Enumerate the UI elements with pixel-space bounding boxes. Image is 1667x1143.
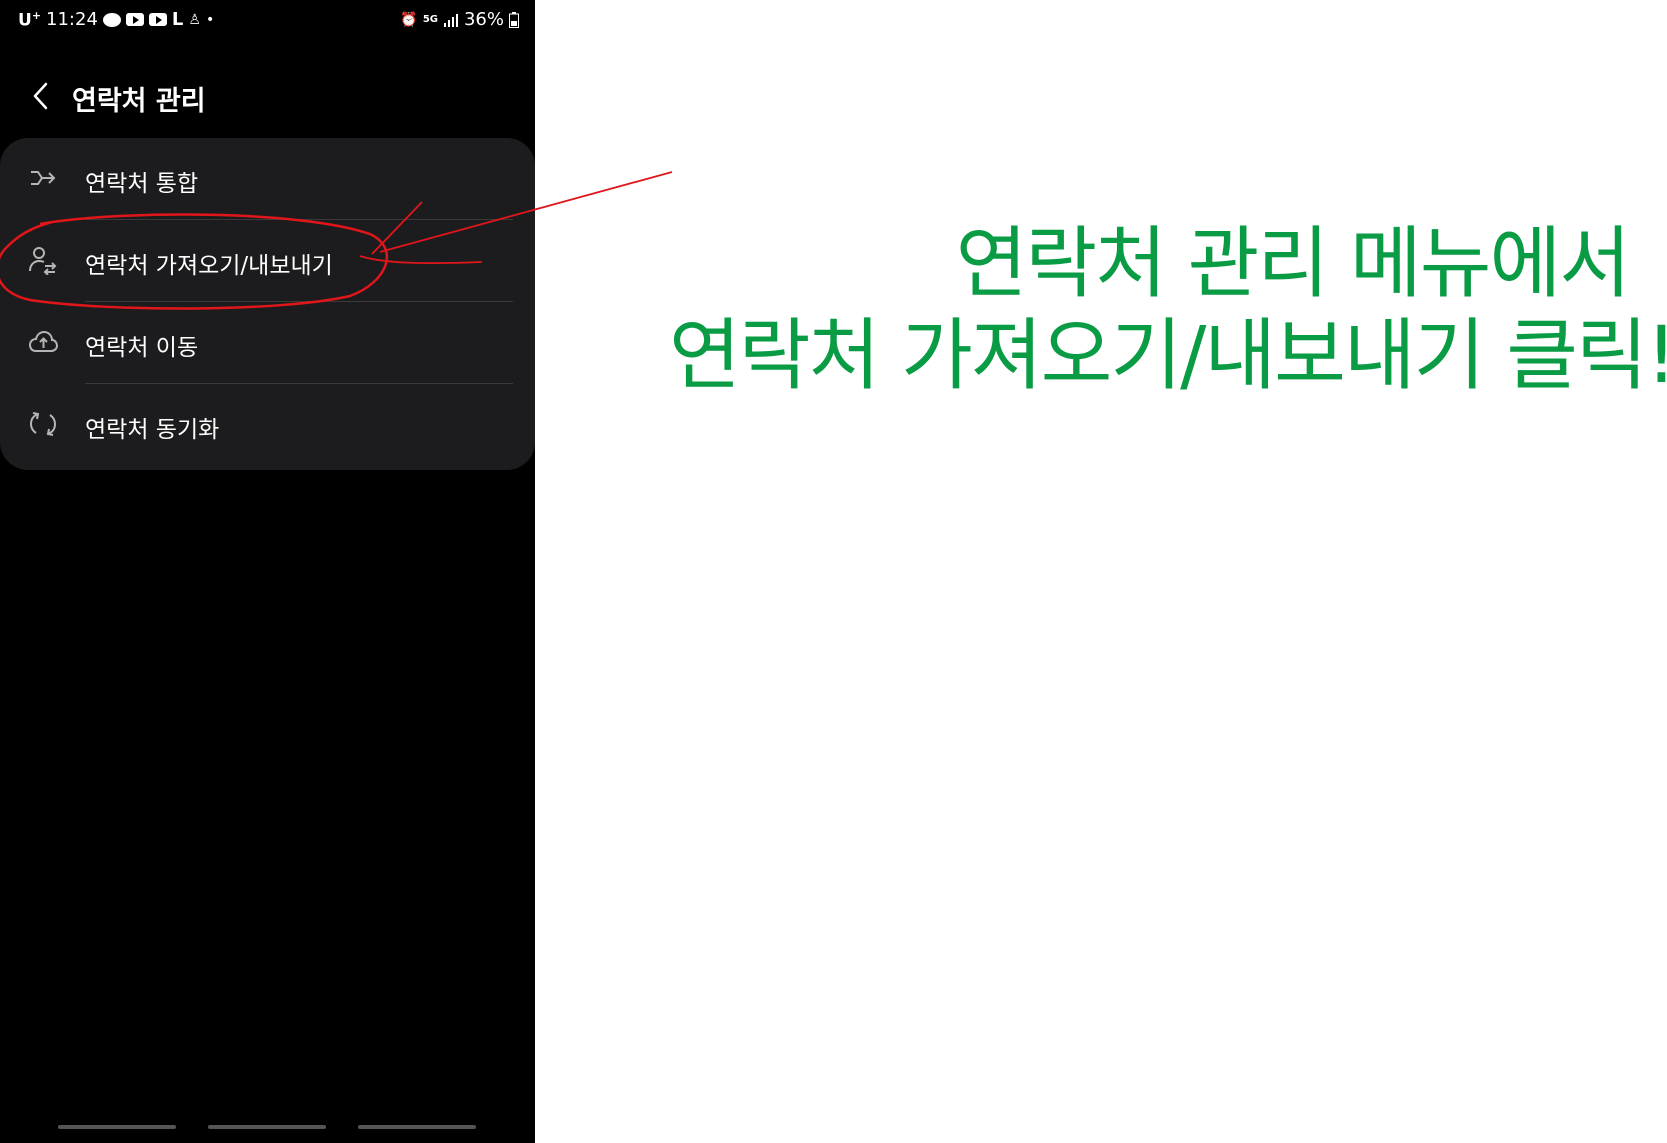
battery-icon bbox=[509, 11, 519, 28]
phone-screen: U+ 11:24 L ♙ • ⏰ 5G 36% 연락처 관리 연락처 통합 연락… bbox=[0, 0, 535, 1143]
signal-icon bbox=[443, 13, 458, 27]
status-bar: U+ 11:24 L ♙ • ⏰ 5G 36% bbox=[0, 0, 535, 42]
menu-item-label: 연락처 가져오기/내보내기 bbox=[85, 253, 333, 279]
menu-item-sync-contacts[interactable]: 연락처 동기화 bbox=[0, 384, 535, 466]
status-time: 11:24 bbox=[46, 9, 98, 31]
person-transfer-icon bbox=[29, 247, 57, 275]
status-left: U+ 11:24 L ♙ • bbox=[18, 9, 214, 31]
sync-icon bbox=[29, 412, 57, 436]
youtube-icon bbox=[148, 13, 167, 27]
menu-item-label: 연락처 동기화 bbox=[85, 417, 220, 443]
menu-item-import-export[interactable]: 연락처 가져오기/내보내기 bbox=[0, 220, 535, 302]
app-header: 연락처 관리 bbox=[0, 70, 535, 126]
menu-item-label: 연락처 이동 bbox=[85, 335, 199, 361]
merge-icon bbox=[31, 171, 56, 185]
nav-handle bbox=[358, 1125, 476, 1129]
annotation-caption: 연락처 관리 메뉴에서 연락처 가져오기/내보내기 클릭! bbox=[669, 218, 1667, 402]
caption-line-1: 연락처 관리 메뉴에서 bbox=[955, 219, 1631, 309]
caption-line-2: 연락처 가져오기/내보내기 클릭! bbox=[669, 311, 1667, 401]
menu-card: 연락처 통합 연락처 가져오기/내보내기 연락처 이동 연락처 동기화 bbox=[0, 138, 535, 470]
status-right: ⏰ 5G 36% bbox=[400, 9, 519, 30]
more-notifications-icon: • bbox=[205, 11, 215, 28]
chat-icon bbox=[102, 12, 121, 27]
cloud-upload-icon bbox=[28, 330, 58, 352]
back-icon[interactable] bbox=[24, 78, 60, 114]
youtube-icon bbox=[125, 13, 144, 27]
menu-item-move-contacts[interactable]: 연락처 이동 bbox=[0, 302, 535, 384]
menu-item-merge-contacts[interactable]: 연락처 통합 bbox=[0, 138, 535, 220]
figure-icon: ♙ bbox=[188, 11, 201, 28]
carrier-label: U+ bbox=[18, 9, 42, 31]
l-app-icon: L bbox=[171, 8, 184, 30]
nav-handle bbox=[58, 1125, 176, 1129]
alarm-icon: ⏰ bbox=[400, 11, 418, 28]
network-5g-icon: 5G bbox=[422, 13, 438, 25]
nav-handle bbox=[208, 1125, 326, 1129]
gesture-nav-bar bbox=[0, 1125, 535, 1133]
menu-item-label: 연락처 통합 bbox=[85, 171, 199, 197]
battery-percent: 36% bbox=[463, 9, 504, 30]
page-title: 연락처 관리 bbox=[72, 86, 206, 117]
